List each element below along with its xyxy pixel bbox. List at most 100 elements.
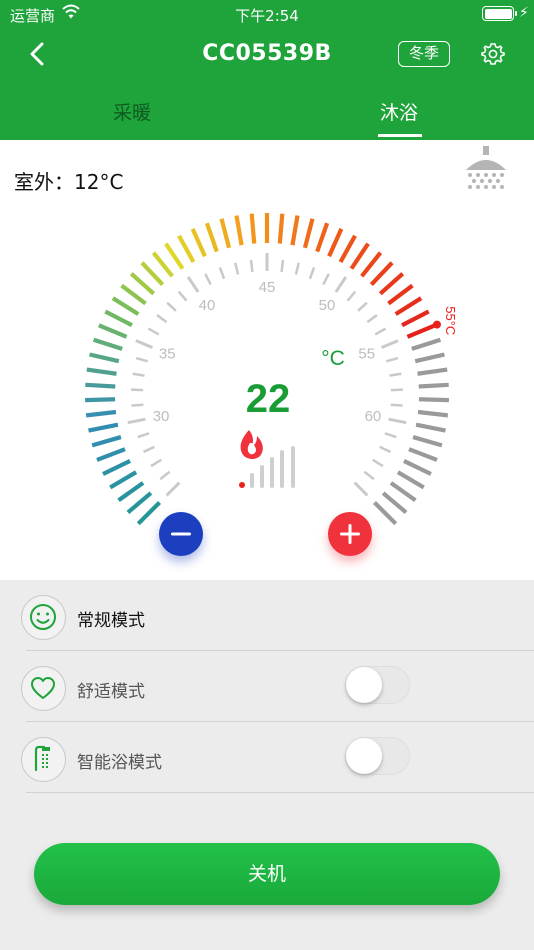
heart-icon bbox=[21, 666, 66, 711]
scale-tick bbox=[92, 337, 123, 351]
smart-shower-icon bbox=[21, 737, 66, 782]
minor-tick bbox=[159, 470, 171, 481]
scale-tick bbox=[418, 382, 449, 389]
mode-label-normal: 常规模式 bbox=[77, 611, 145, 631]
scale-tick bbox=[396, 470, 425, 490]
minor-tick bbox=[132, 372, 145, 377]
scale-tick bbox=[120, 283, 147, 306]
scale-tick bbox=[219, 218, 232, 249]
minor-tick bbox=[363, 470, 375, 481]
scale-tick bbox=[389, 481, 417, 503]
thermostat-panel: 室外：12°C 30 35 40 45 50 55 60 55°C °C 22 bbox=[0, 140, 534, 580]
mode-row-smart-bath[interactable]: 智能浴模式 bbox=[0, 724, 534, 794]
scale-tick bbox=[96, 447, 126, 462]
setpoint-label: 55°C bbox=[443, 306, 458, 335]
toggle-knob bbox=[346, 738, 382, 774]
minor-tick bbox=[389, 372, 402, 377]
scale-tick bbox=[338, 234, 357, 263]
scale-tick bbox=[111, 296, 140, 316]
major-tick bbox=[334, 276, 348, 293]
setpoint-marker[interactable] bbox=[432, 320, 441, 329]
scale-tick bbox=[104, 309, 133, 328]
scale-tick bbox=[86, 367, 117, 376]
power-off-button[interactable]: 关机 bbox=[34, 843, 500, 905]
minor-tick bbox=[372, 458, 384, 468]
scale-tick bbox=[290, 215, 300, 246]
minor-tick bbox=[249, 259, 254, 273]
scale-tick bbox=[204, 222, 219, 253]
major-tick bbox=[127, 417, 146, 425]
scale-tick bbox=[85, 382, 116, 389]
minor-tick bbox=[390, 403, 403, 407]
scale-tick bbox=[249, 213, 257, 244]
scale-tick bbox=[349, 242, 370, 270]
decrease-temperature-button[interactable] bbox=[159, 512, 203, 556]
minor-tick bbox=[147, 327, 160, 336]
scale-tick bbox=[415, 422, 446, 433]
tab-bath[interactable]: 沐浴 bbox=[380, 98, 418, 125]
scale-label: 40 bbox=[199, 297, 216, 314]
battery-tip bbox=[515, 11, 517, 16]
minor-tick bbox=[204, 273, 212, 286]
minor-tick bbox=[357, 301, 368, 312]
battery-icon bbox=[482, 6, 514, 21]
scale-tick bbox=[302, 218, 315, 249]
minor-tick bbox=[384, 432, 397, 439]
scale-tick bbox=[414, 352, 445, 364]
scale-tick bbox=[408, 447, 438, 462]
scale-label: 50 bbox=[319, 297, 336, 314]
scale-tick bbox=[401, 309, 430, 328]
minor-tick bbox=[150, 458, 162, 468]
scale-tick bbox=[315, 222, 330, 253]
scale-tick bbox=[277, 213, 285, 244]
scale-tick bbox=[378, 272, 405, 296]
scale-tick bbox=[387, 283, 414, 306]
mode-row-normal[interactable]: 常规模式 bbox=[0, 582, 534, 652]
scale-tick bbox=[381, 491, 408, 515]
scale-tick bbox=[394, 296, 423, 316]
scale-tick bbox=[91, 435, 122, 448]
minor-tick bbox=[379, 445, 392, 454]
season-button[interactable]: 冬季 bbox=[398, 41, 450, 67]
major-tick bbox=[135, 339, 154, 349]
temperature-dial[interactable]: 30 35 40 45 50 55 60 55°C °C 22 bbox=[0, 140, 534, 580]
scale-tick bbox=[417, 409, 449, 418]
flame-icon bbox=[240, 430, 263, 459]
smiley-icon bbox=[21, 595, 66, 640]
minor-tick bbox=[234, 262, 240, 275]
scale-label: 30 bbox=[153, 408, 170, 425]
minus-icon bbox=[171, 532, 191, 536]
scale-label: 45 bbox=[259, 279, 276, 296]
scale-tick bbox=[327, 228, 344, 258]
mode-label-comfort: 舒适模式 bbox=[77, 682, 145, 702]
scale-tick bbox=[418, 397, 449, 403]
gear-icon[interactable] bbox=[481, 42, 505, 66]
tab-heating[interactable]: 采暖 bbox=[113, 98, 151, 125]
scale-tick bbox=[177, 234, 196, 263]
minor-tick bbox=[156, 314, 168, 324]
minor-tick bbox=[346, 290, 357, 302]
scale-tick bbox=[140, 261, 165, 286]
smart-bath-mode-toggle[interactable] bbox=[345, 737, 410, 775]
increase-temperature-button[interactable] bbox=[328, 512, 372, 556]
minor-tick bbox=[294, 262, 300, 275]
scale-tick bbox=[190, 228, 207, 258]
major-tick bbox=[165, 481, 181, 497]
temperature-unit: °C bbox=[321, 347, 345, 370]
minor-tick bbox=[131, 403, 144, 407]
major-tick bbox=[353, 481, 369, 497]
mode-row-comfort[interactable]: 舒适模式 bbox=[0, 653, 534, 723]
scale-tick bbox=[412, 435, 443, 448]
comfort-mode-toggle[interactable] bbox=[345, 666, 410, 704]
scale-tick bbox=[234, 215, 244, 246]
header: 运营商 下午2:54 ⚡ CC05539B 冬季 采暖 沐浴 bbox=[0, 0, 534, 140]
scale-tick bbox=[403, 459, 432, 476]
scale-label: 55 bbox=[358, 346, 375, 363]
minor-tick bbox=[142, 445, 155, 454]
minor-tick bbox=[386, 356, 399, 363]
scale-label: 35 bbox=[159, 346, 176, 363]
minor-tick bbox=[177, 290, 188, 302]
plus-icon bbox=[340, 524, 360, 544]
scale-tick bbox=[129, 272, 156, 296]
mode-label-smart-bath: 智能浴模式 bbox=[77, 753, 162, 773]
